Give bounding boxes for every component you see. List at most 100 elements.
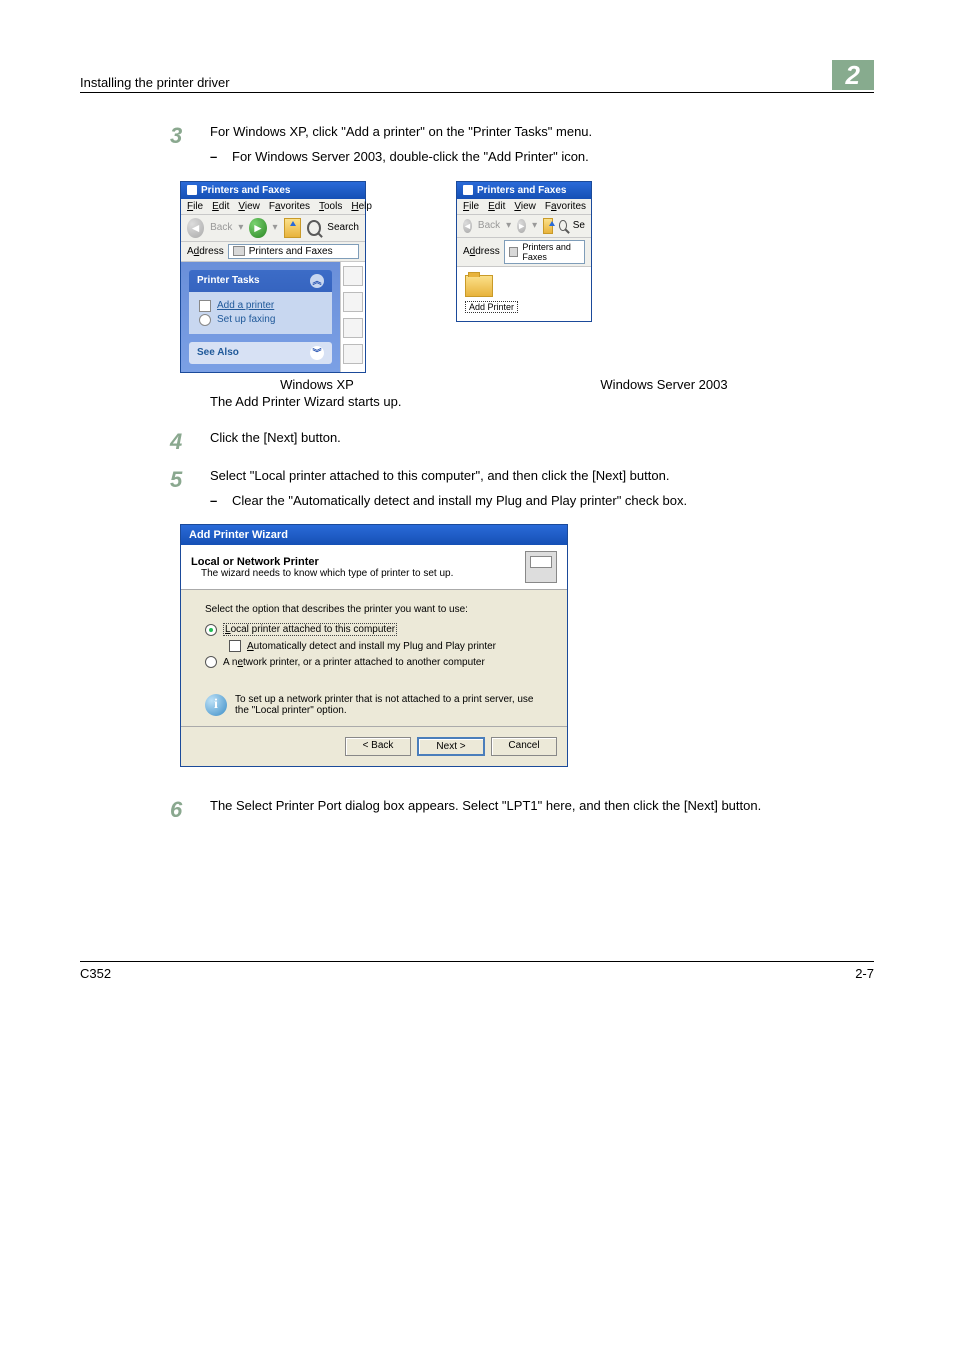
info-note: i To set up a network printer that is no… — [205, 694, 543, 716]
menu-favorites[interactable]: Favorites — [545, 201, 586, 212]
content-pane: Add Printer — [457, 267, 591, 321]
auto-detect-checkbox[interactable]: Automatically detect and install my Plug… — [205, 640, 543, 652]
menu-file[interactable]: File — [187, 201, 203, 212]
printer-tasks-heading: Printer Tasks — [197, 275, 260, 286]
page-footer: C352 2-7 — [80, 961, 874, 981]
back-label: Back — [478, 220, 500, 231]
setup-faxing-link[interactable]: Set up faxing — [199, 314, 322, 326]
menu-help[interactable]: Help — [351, 201, 372, 212]
dialog-prompt: Select the option that describes the pri… — [205, 604, 543, 615]
window-titlebar: Printers and Faxes — [181, 182, 365, 199]
add-printer-wizard-dialog: Add Printer Wizard Local or Network Prin… — [180, 524, 568, 767]
server-printers-window: Printers and Faxes File Edit View Favori… — [456, 181, 592, 322]
back-button[interactable]: < Back — [345, 737, 411, 756]
search-icon[interactable] — [307, 220, 321, 236]
collapse-icon[interactable]: ︽ — [310, 274, 324, 288]
next-button[interactable]: Next > — [417, 737, 485, 756]
menu-bar: File Edit View Favorites Tools Help — [181, 199, 365, 215]
dialog-heading: Local or Network Printer — [191, 556, 525, 568]
dialog-header: Local or Network Printer The wizard need… — [181, 545, 567, 590]
address-label: Address — [463, 246, 500, 257]
step-number: 5 — [170, 467, 210, 511]
step-number: 3 — [170, 123, 210, 167]
info-text: To set up a network printer that is not … — [235, 694, 543, 716]
address-value: Printers and Faxes — [249, 246, 333, 257]
expand-icon: ︾ — [310, 346, 324, 360]
checkbox-icon — [229, 640, 241, 652]
add-printer-label: Add a printer — [217, 300, 274, 311]
cancel-button[interactable]: Cancel — [491, 737, 557, 756]
printer-icon — [509, 247, 519, 257]
local-printer-radio[interactable]: Local printer attached to this computer — [205, 623, 543, 636]
step-4: 4 Click the [Next] button. — [170, 429, 874, 453]
menu-tools[interactable]: Tools — [319, 201, 342, 212]
folder-up-icon[interactable] — [284, 218, 301, 238]
printer-item-icon[interactable] — [343, 344, 363, 364]
step-sub-text: Clear the "Automatically detect and inst… — [232, 492, 874, 511]
radio-icon — [205, 656, 217, 668]
menu-view[interactable]: View — [238, 201, 260, 212]
caption-xp: Windows XP — [180, 377, 454, 392]
add-printer-link[interactable]: Add a printer — [199, 300, 322, 312]
window-icon — [187, 185, 197, 195]
radio-icon — [205, 624, 217, 636]
address-field[interactable]: Printers and Faxes — [504, 240, 585, 264]
add-printer-icon[interactable] — [465, 275, 493, 297]
dialog-footer: < Back Next > Cancel — [181, 726, 567, 766]
dialog-body: Select the option that describes the pri… — [181, 590, 567, 726]
dialog-titlebar: Add Printer Wizard — [181, 525, 567, 545]
search-label: Search — [327, 222, 359, 233]
menu-file[interactable]: File — [463, 201, 479, 212]
menu-bar: File Edit View Favorites — [457, 199, 591, 215]
address-value: Printers and Faxes — [522, 242, 580, 262]
page-header: Installing the printer driver 2 — [80, 60, 874, 93]
step-text: For Windows XP, click "Add a printer" on… — [210, 123, 874, 142]
printer-item-icon[interactable] — [343, 318, 363, 338]
menu-edit[interactable]: Edit — [212, 201, 229, 212]
fax-icon — [199, 314, 211, 326]
address-field[interactable]: Printers and Faxes — [228, 244, 359, 259]
menu-edit[interactable]: Edit — [488, 201, 505, 212]
printer-item-icon[interactable] — [343, 266, 363, 286]
window-title: Printers and Faxes — [477, 185, 566, 196]
step-6: 6 The Select Printer Port dialog box app… — [170, 797, 874, 821]
printer-item-icon[interactable] — [343, 292, 363, 312]
step-number: 4 — [170, 429, 210, 453]
add-printer-icon — [199, 300, 211, 312]
forward-icon[interactable]: ► — [249, 218, 266, 238]
toolbar: ◄ Back ▾ ► ▾ Search — [181, 215, 365, 242]
folder-up-icon[interactable] — [543, 218, 553, 234]
setup-faxing-label: Set up faxing — [217, 314, 275, 325]
back-icon[interactable]: ◄ — [463, 219, 472, 233]
back-label: Back — [210, 222, 232, 233]
address-label: Address — [187, 246, 224, 257]
address-bar: Address Printers and Faxes — [457, 238, 591, 267]
address-bar: Address Printers and Faxes — [181, 242, 365, 262]
wizard-startup-text: The Add Printer Wizard starts up. — [210, 394, 874, 409]
search-icon[interactable] — [559, 220, 566, 231]
footer-model: C352 — [80, 966, 855, 981]
step-5: 5 Select "Local printer attached to this… — [170, 467, 874, 511]
bullet-dash: – — [210, 492, 232, 511]
menu-favorites[interactable]: Favorites — [269, 201, 310, 212]
window-title: Printers and Faxes — [201, 185, 290, 196]
header-title: Installing the printer driver — [80, 75, 832, 90]
menu-view[interactable]: View — [514, 201, 536, 212]
add-printer-label[interactable]: Add Printer — [465, 301, 518, 313]
printer-icon — [233, 246, 245, 256]
network-printer-radio[interactable]: A network printer, or a printer attached… — [205, 656, 543, 668]
window-icon — [463, 185, 473, 195]
step-number: 6 — [170, 797, 210, 821]
screenshot-captions: Windows XP Windows Server 2003 — [180, 377, 874, 392]
back-icon[interactable]: ◄ — [187, 218, 204, 238]
chapter-number: 2 — [832, 60, 874, 90]
search-label-partial: Se — [573, 220, 585, 231]
printer-tasks-panel: Printer Tasks ︽ Add a printer Set up fax… — [189, 270, 332, 334]
see-also-panel[interactable]: See Also ︾ — [189, 342, 332, 364]
xp-printers-window: Printers and Faxes File Edit View Favori… — [180, 181, 366, 373]
forward-icon[interactable]: ► — [517, 219, 526, 233]
dialog-subheading: The wizard needs to know which type of p… — [201, 568, 525, 579]
window-titlebar: Printers and Faxes — [457, 182, 591, 199]
info-icon: i — [205, 694, 227, 716]
bullet-dash: – — [210, 148, 232, 167]
